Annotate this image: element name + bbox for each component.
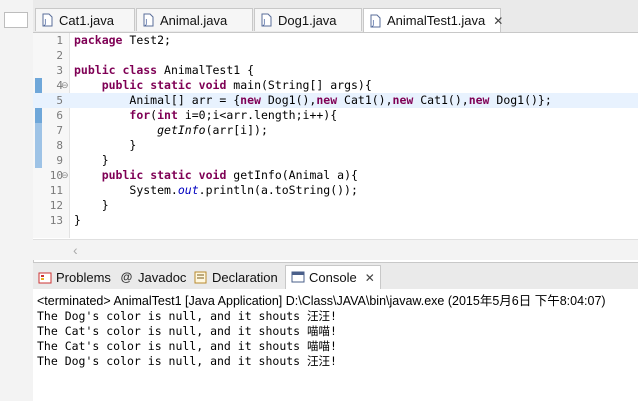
code-line: 13 } xyxy=(33,213,638,228)
code-text: package Test2; xyxy=(74,33,171,47)
tab-console[interactable]: Console ✕ xyxy=(285,265,381,289)
console-icon xyxy=(290,271,305,285)
tab-label: Dog1.java xyxy=(278,12,337,28)
line-number: 5 xyxy=(56,94,63,107)
tab-problems[interactable]: Problems xyxy=(37,266,111,288)
java-file-icon: J xyxy=(370,14,381,28)
tab-label: Animal.java xyxy=(160,12,228,28)
console-line: The Cat's color is null, and it shouts 喵… xyxy=(37,339,337,353)
tab-animal-java[interactable]: J Animal.java xyxy=(136,8,253,31)
code-line: 3 public class AnimalTest1 { xyxy=(33,63,638,78)
line-number: 6 xyxy=(56,109,63,122)
svg-text:J: J xyxy=(371,19,374,27)
java-file-icon: J xyxy=(42,13,53,27)
code-text: } xyxy=(129,138,137,152)
code-text: public class AnimalTest1 { xyxy=(74,63,255,77)
line-number: 8 xyxy=(56,139,63,152)
tab-declaration[interactable]: Declaration xyxy=(193,266,278,288)
tab-label: Javadoc xyxy=(138,269,187,285)
code-text: getInfo(arr[i]); xyxy=(157,123,268,137)
code-line: 2 xyxy=(33,48,638,63)
code-text: Animal[] arr = {new Dog1(),new Cat1(),ne… xyxy=(129,93,552,107)
tab-cat1-java[interactable]: J Cat1.java xyxy=(35,8,135,31)
line-number: 4 xyxy=(56,79,63,92)
code-line: 9 } xyxy=(33,153,638,168)
code-editor[interactable]: 1 package Test2; 2 3 public class Animal… xyxy=(33,33,638,260)
code-line: 11 System.out.println(a.toString()); xyxy=(33,183,638,198)
java-file-icon: J xyxy=(143,13,154,27)
editor-tab-bar: J Cat1.java J Animal.java J Dog1.java J … xyxy=(33,0,638,33)
line-number: 2 xyxy=(56,49,63,62)
close-icon[interactable]: ✕ xyxy=(365,271,375,285)
declaration-icon xyxy=(193,270,208,284)
code-line: 6 for(int i=0;i<arr.length;i++){ xyxy=(33,108,638,123)
java-file-icon: J xyxy=(261,13,272,27)
tab-label: Console xyxy=(309,270,357,285)
code-line: 12 } xyxy=(33,198,638,213)
code-text: } xyxy=(101,153,109,167)
svg-text:J: J xyxy=(144,18,147,26)
line-number: 13 xyxy=(49,214,63,227)
line-number: 9 xyxy=(56,154,63,167)
tab-label: Cat1.java xyxy=(59,12,114,28)
code-line: 10 ⊖ public static void getInfo(Animal a… xyxy=(33,168,638,183)
fold-toggle-icon[interactable]: ⊖ xyxy=(61,168,69,183)
code-text: public static void main(String[] args){ xyxy=(101,78,372,92)
code-line: 1 package Test2; xyxy=(33,33,638,48)
line-number: 12 xyxy=(49,199,63,212)
code-text: for(int i=0;i<arr.length;i++){ xyxy=(129,108,338,122)
line-number: 1 xyxy=(56,34,63,47)
javadoc-icon: @ xyxy=(120,270,133,284)
minimize-view-icon[interactable] xyxy=(4,12,28,28)
line-number: 3 xyxy=(56,64,63,77)
horizontal-scrollbar[interactable]: ‹ xyxy=(33,239,638,260)
line-number: 11 xyxy=(49,184,63,197)
tab-label: Declaration xyxy=(212,269,278,285)
tab-dog1-java[interactable]: J Dog1.java xyxy=(254,8,362,31)
code-line: 4 ⊖ public static void main(String[] arg… xyxy=(33,78,638,93)
console-line: The Cat's color is null, and it shouts 喵… xyxy=(37,324,337,338)
code-text: } xyxy=(101,198,109,212)
console-output[interactable]: <terminated> AnimalTest1 [Java Applicati… xyxy=(33,289,638,401)
line-number: 10 xyxy=(49,169,63,182)
code-line: 7 getInfo(arr[i]); xyxy=(33,123,638,138)
line-number: 7 xyxy=(56,124,63,137)
tab-label: Problems xyxy=(56,269,111,285)
fold-toggle-icon[interactable]: ⊖ xyxy=(61,78,69,93)
console-line: The Dog's color is null, and it shouts 汪… xyxy=(37,354,337,368)
scroll-left-icon[interactable]: ‹ xyxy=(73,242,78,258)
tab-javadoc[interactable]: @ Javadoc xyxy=(119,266,187,288)
tab-animaltest1-java[interactable]: J AnimalTest1.java ✕ xyxy=(363,8,503,32)
svg-text:J: J xyxy=(43,18,46,26)
bottom-panel-tab-bar: Problems @ Javadoc Declaration Console ✕ xyxy=(33,262,638,290)
left-trim xyxy=(0,0,34,401)
code-text: public static void getInfo(Animal a){ xyxy=(101,168,358,182)
code-line: 8 } xyxy=(33,138,638,153)
svg-text:J: J xyxy=(262,18,265,26)
code-text: } xyxy=(74,213,81,227)
terminated-status: <terminated> AnimalTest1 [Java Applicati… xyxy=(37,294,606,308)
code-line-current: 5 Animal[] arr = {new Dog1(),new Cat1(),… xyxy=(33,93,638,108)
tab-label: AnimalTest1.java xyxy=(387,13,486,28)
console-line: The Dog's color is null, and it shouts 汪… xyxy=(37,309,337,323)
code-text: System.out.println(a.toString()); xyxy=(129,183,358,197)
problems-icon xyxy=(37,270,52,284)
close-icon[interactable]: ✕ xyxy=(493,14,503,28)
